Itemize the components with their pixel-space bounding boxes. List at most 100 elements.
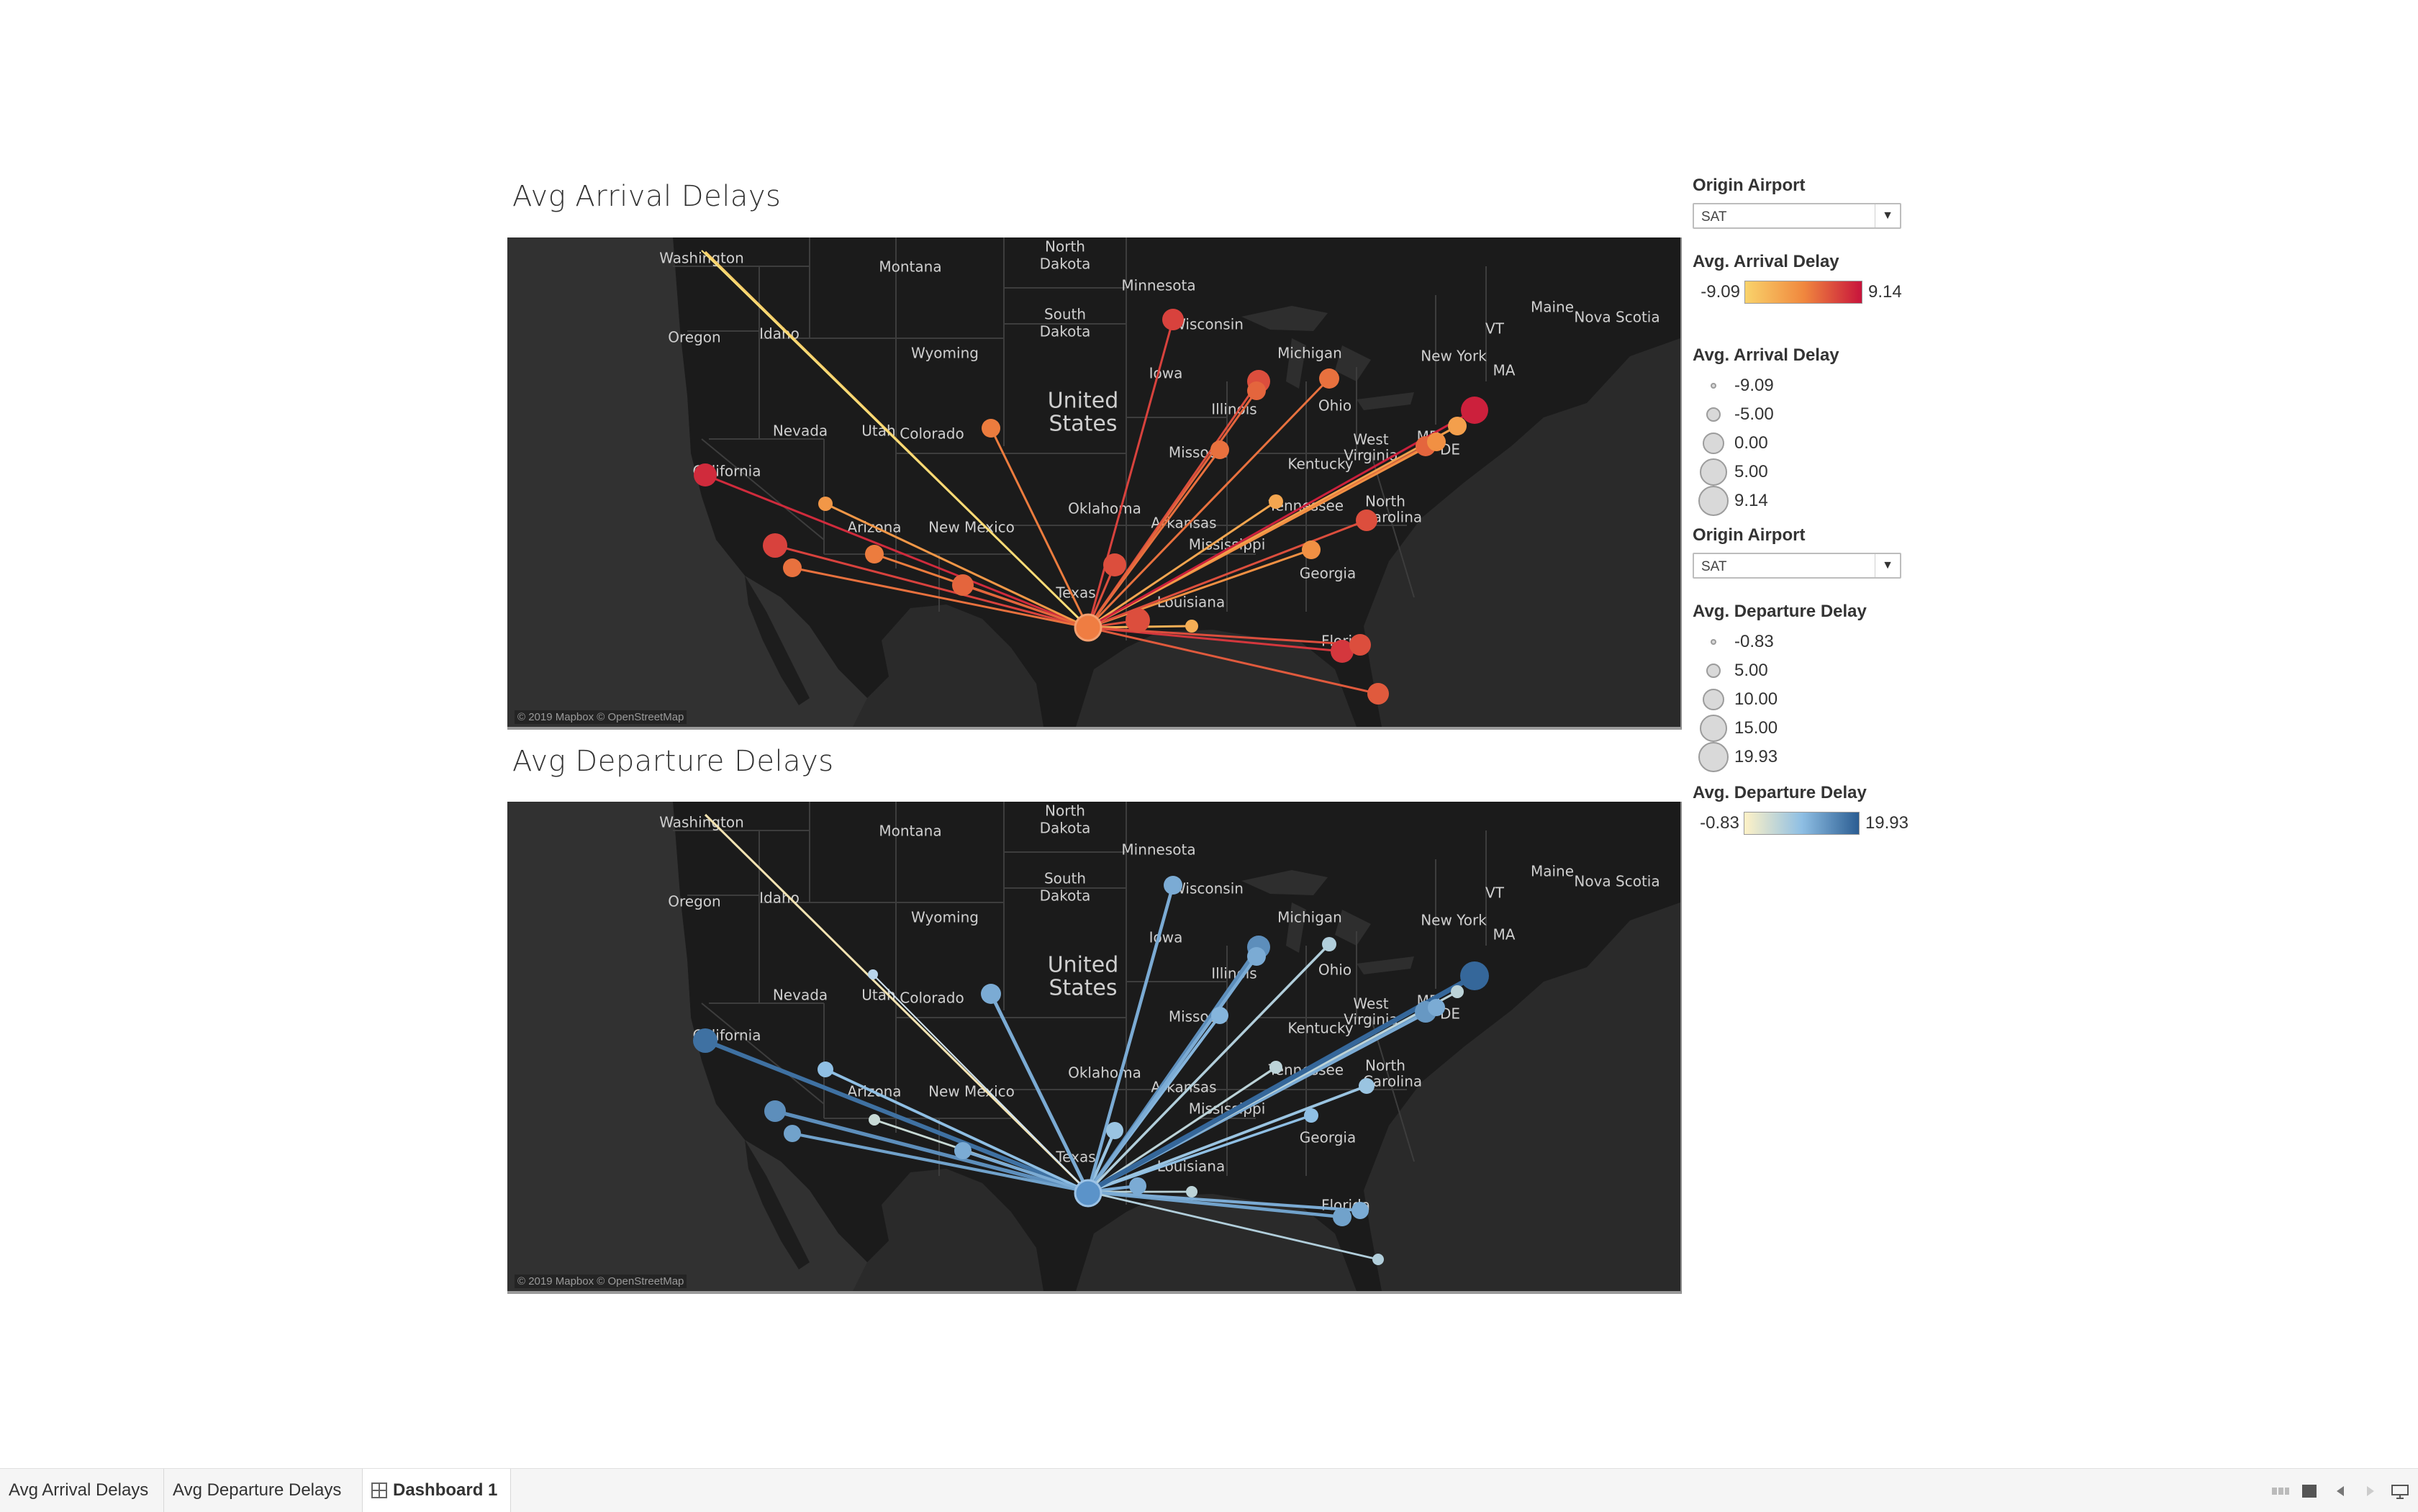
arrival-map[interactable]: Washington Montana North Dakota Minnesota Ore… bbox=[507, 237, 1682, 730]
airport-dot[interactable] bbox=[1269, 1061, 1282, 1074]
airport-dot[interactable] bbox=[1304, 1108, 1318, 1123]
airport-dot[interactable] bbox=[1103, 553, 1126, 576]
map-label: Washington bbox=[659, 814, 744, 831]
airport-dot[interactable] bbox=[981, 984, 1001, 1004]
map-label: New Mexico bbox=[928, 1083, 1015, 1100]
map-label: Maine bbox=[1531, 863, 1574, 880]
map-label: North bbox=[1365, 493, 1405, 510]
map-label: West bbox=[1353, 431, 1388, 448]
next-sheet-icon[interactable] bbox=[2360, 1483, 2379, 1499]
legend-title: Avg. Arrival Delay bbox=[1693, 345, 1839, 365]
airport-dot[interactable] bbox=[1351, 1202, 1369, 1219]
presentation-mode-icon[interactable] bbox=[2391, 1483, 2409, 1499]
airport-dot[interactable] bbox=[1427, 433, 1446, 451]
airport-dot[interactable] bbox=[954, 1142, 972, 1159]
arrival-map-canvas[interactable]: Washington MontanaNorthDakotaMinnesotaOre… bbox=[507, 237, 1680, 727]
airport-dot[interactable] bbox=[1356, 510, 1377, 531]
airport-dot[interactable] bbox=[1428, 999, 1445, 1016]
airport-dot[interactable] bbox=[865, 545, 884, 563]
airport-dot[interactable] bbox=[1164, 876, 1182, 895]
airport-dot[interactable] bbox=[1322, 937, 1336, 951]
tab-label: Avg Arrival Delays bbox=[9, 1480, 149, 1500]
size-legend-item: 19.93 bbox=[1693, 742, 1908, 772]
airport-dot[interactable] bbox=[694, 463, 717, 486]
airport-dot[interactable] bbox=[783, 558, 802, 577]
tab-avg-arrival-delays[interactable]: Avg Arrival Delays bbox=[0, 1469, 164, 1512]
airport-dot[interactable] bbox=[1185, 620, 1198, 633]
show-tabs-icon[interactable] bbox=[2300, 1483, 2319, 1499]
size-legend-circle bbox=[1698, 486, 1729, 516]
departure-map-canvas[interactable]: Washington MontanaNorthDakotaMinnesotaOre… bbox=[507, 802, 1680, 1291]
show-filmstrip-icon[interactable] bbox=[2271, 1483, 2290, 1499]
map-label: New Mexico bbox=[928, 519, 1015, 536]
airport-dot[interactable] bbox=[1302, 540, 1321, 559]
filter-title: Origin Airport bbox=[1693, 525, 1806, 545]
origin-airport-dropdown[interactable]: SAT ▼ bbox=[1693, 553, 1901, 579]
size-legend-circle bbox=[1711, 383, 1716, 389]
airport-dot[interactable] bbox=[1448, 417, 1467, 435]
previous-sheet-icon[interactable] bbox=[2332, 1483, 2350, 1499]
airport-dot[interactable] bbox=[1162, 309, 1184, 330]
airport-dot[interactable] bbox=[1319, 368, 1339, 389]
airport-dot[interactable] bbox=[784, 1125, 801, 1142]
airport-dot[interactable] bbox=[1269, 494, 1283, 509]
map-label: VT bbox=[1485, 884, 1505, 902]
map-label: Nevada bbox=[773, 422, 828, 440]
airport-dot[interactable] bbox=[1451, 985, 1464, 998]
tab-avg-departure-delays[interactable]: Avg Departure Delays bbox=[164, 1469, 363, 1512]
airport-dot[interactable] bbox=[818, 1061, 833, 1077]
map-label: Montana bbox=[879, 823, 941, 840]
airport-dot[interactable] bbox=[868, 969, 878, 979]
airport-dot[interactable] bbox=[763, 533, 787, 558]
size-legend-label: 9.14 bbox=[1734, 491, 1768, 510]
map-label: Washington bbox=[659, 250, 744, 267]
airport-dot[interactable] bbox=[1460, 961, 1489, 990]
airport-dot[interactable] bbox=[693, 1028, 717, 1053]
origin-airport-dot[interactable] bbox=[1074, 613, 1102, 642]
size-legend-swatch-wrap bbox=[1693, 433, 1734, 454]
map-label: North bbox=[1365, 1057, 1405, 1074]
legend-title: Avg. Departure Delay bbox=[1693, 602, 1867, 621]
map-label: Wyoming bbox=[911, 909, 979, 926]
map-label: Oregon bbox=[668, 893, 720, 910]
size-legend-label: 5.00 bbox=[1734, 661, 1768, 680]
airport-dot[interactable] bbox=[1129, 1177, 1146, 1195]
airport-dot[interactable] bbox=[1367, 683, 1389, 705]
airport-dot[interactable] bbox=[1372, 1254, 1384, 1265]
airport-dot[interactable] bbox=[982, 419, 1000, 438]
airport-dot[interactable] bbox=[1247, 381, 1266, 400]
chevron-down-icon[interactable]: ▼ bbox=[1875, 554, 1900, 577]
airport-dot[interactable] bbox=[1333, 1208, 1351, 1226]
airport-dot[interactable] bbox=[1349, 634, 1371, 656]
airport-dot[interactable] bbox=[1247, 947, 1266, 966]
map-attribution: © 2019 Mapbox © OpenStreetMap bbox=[515, 1275, 687, 1288]
airport-dot[interactable] bbox=[1126, 608, 1150, 633]
size-legend-circle bbox=[1706, 664, 1721, 678]
legend-arrival-size: Avg. Arrival Delay -9.09 -5.00 0.00 5.00 9.1… bbox=[1693, 345, 1908, 516]
origin-airport-dot[interactable] bbox=[1074, 1179, 1102, 1208]
airport-dot[interactable] bbox=[1461, 397, 1488, 424]
size-legend-label: 5.00 bbox=[1734, 462, 1768, 481]
size-legend-swatch-wrap bbox=[1693, 486, 1734, 516]
tab-dashboard-1[interactable]: Dashboard 1 bbox=[363, 1469, 511, 1512]
size-legend-item: 15.00 bbox=[1693, 714, 1908, 743]
airport-dot[interactable] bbox=[869, 1114, 880, 1126]
airport-dot[interactable] bbox=[952, 574, 974, 596]
departure-map[interactable]: Washington Montana North Dakota Minnesota Ore… bbox=[507, 802, 1682, 1294]
size-legend-swatch-wrap bbox=[1693, 458, 1734, 486]
legend-min: -9.09 bbox=[1701, 282, 1740, 302]
size-legend-swatch-wrap bbox=[1693, 383, 1734, 389]
chevron-down-icon[interactable]: ▼ bbox=[1875, 204, 1900, 227]
map-label: Oregon bbox=[668, 329, 720, 346]
airport-dot[interactable] bbox=[818, 497, 833, 511]
airport-dot[interactable] bbox=[1211, 1007, 1228, 1024]
map-label: West bbox=[1353, 995, 1388, 1013]
origin-airport-dropdown[interactable]: SAT ▼ bbox=[1693, 203, 1901, 229]
departure-title: Avg Departure Delays bbox=[512, 745, 834, 778]
airport-dot[interactable] bbox=[1186, 1186, 1197, 1198]
map-label: Dakota bbox=[1040, 820, 1091, 837]
airport-dot[interactable] bbox=[1106, 1122, 1123, 1139]
airport-dot[interactable] bbox=[1359, 1078, 1375, 1094]
airport-dot[interactable] bbox=[764, 1100, 786, 1122]
airport-dot[interactable] bbox=[1210, 440, 1229, 459]
